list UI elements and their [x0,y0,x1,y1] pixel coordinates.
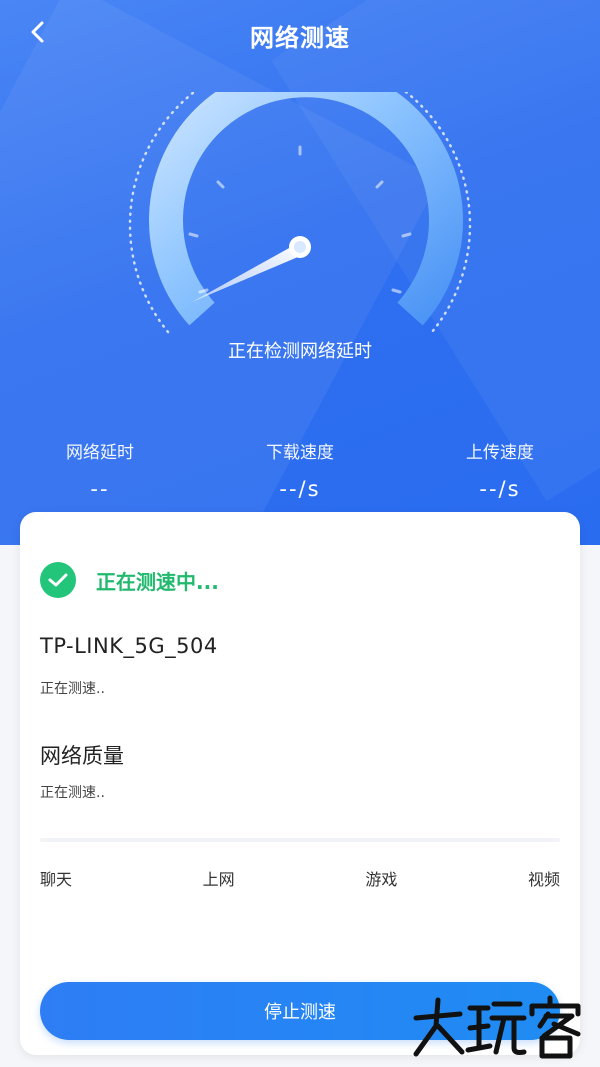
metric-upload: 上传速度 --/s [400,438,600,508]
test-status-row: 正在测速中... [40,562,219,598]
gauge-status-text: 正在检测网络延时 [228,341,372,362]
check-circle-icon [40,562,76,598]
top-bar: 网络测速 [0,0,600,70]
wifi-status: 正在测速.. [40,681,105,697]
gauge-needle [192,242,305,302]
metric-label: 网络延时 [66,443,134,463]
page-title: 网络测速 [250,24,350,52]
result-card: 正在测速中... TP-LINK_5G_504 正在测速.. 网络质量 正在测速… [20,512,580,1055]
quality-label-video: 视频 [527,870,560,889]
metrics-row: 网络延时 -- 下载速度 --/s 上传速度 --/s [0,438,600,508]
metric-download: 下载速度 --/s [200,438,400,508]
gauge-ring [149,63,463,326]
test-status-text: 正在测速中... [96,569,219,594]
quality-title: 网络质量 [40,744,124,768]
metric-value: --/s [479,477,521,501]
quality-label-browse: 上网 [202,870,235,889]
gauge-ticks [188,145,412,294]
quality-bar [40,838,560,842]
speed-gauge [120,53,480,372]
wifi-name: TP-LINK_5G_504 [40,634,218,658]
quality-label-game: 游戏 [365,870,398,889]
metric-label: 下载速度 [266,443,334,463]
metric-value: --/s [279,477,321,501]
metric-value: -- [90,477,110,501]
metric-label: 上传速度 [466,443,534,463]
watermark-logo [408,992,588,1062]
quality-labels: 聊天 上网 游戏 视频 [40,866,560,890]
metric-latency: 网络延时 -- [0,438,200,508]
quality-label-chat: 聊天 [40,870,73,889]
quality-status: 正在测速.. [40,785,105,801]
